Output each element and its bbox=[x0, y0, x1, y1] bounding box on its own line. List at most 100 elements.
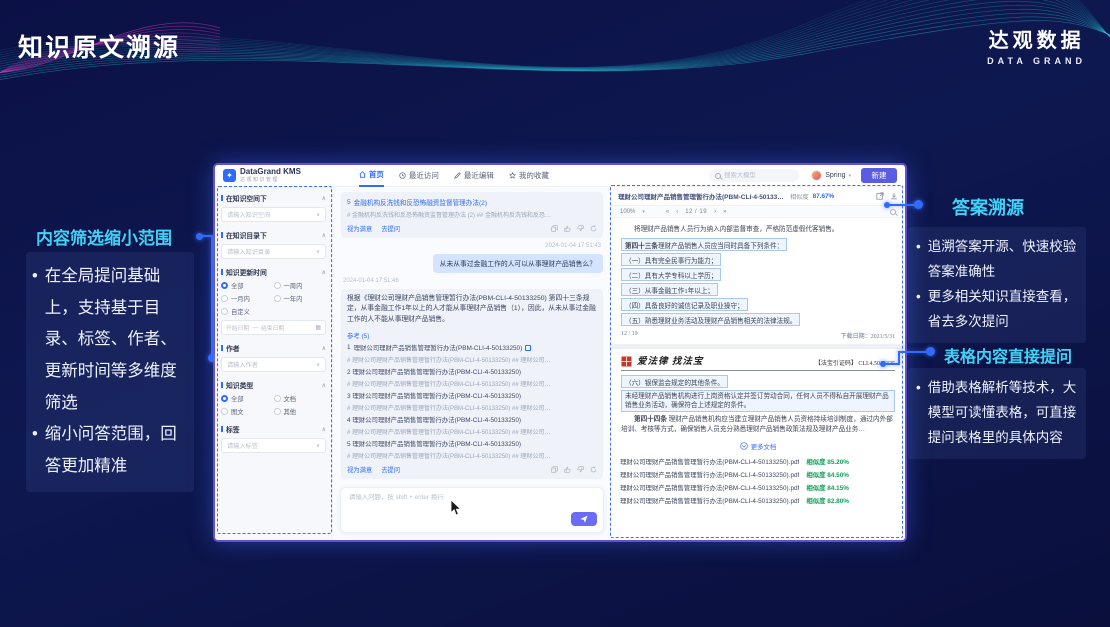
thumbs-down-icon[interactable] bbox=[577, 225, 584, 232]
app-nav: 首页 最近访问 最近编辑 我的收藏 bbox=[359, 165, 549, 187]
related-file-row[interactable]: 理财公司理财产品销售管理暂行办法(PBM-CLI-4-50133250).pdf… bbox=[611, 466, 905, 479]
nav-item-favorites[interactable]: 我的收藏 bbox=[509, 165, 549, 187]
related-file-row[interactable]: 理财公司理财产品销售管理暂行办法(PBM-CLI-4-50133250).pdf… bbox=[611, 453, 905, 466]
copy-icon[interactable] bbox=[551, 225, 558, 232]
search-input[interactable] bbox=[724, 172, 796, 179]
radio-year[interactable]: 一年内 bbox=[274, 294, 327, 303]
reference-title-link[interactable]: 1理财公司理财产品销售管理暂行办法(PBM-CLI-4-50133250) bbox=[347, 343, 597, 352]
reference-title-link[interactable]: 5 金融机构反洗钱和反恐怖融资监督管理办法(2) bbox=[347, 197, 597, 207]
reference-title-link[interactable]: 3 理财公司理财产品销售管理暂行办法(PBM-CLI-4-50133250) bbox=[347, 391, 597, 400]
download-icon[interactable] bbox=[890, 192, 898, 200]
reference-title-link[interactable]: 4 理财公司理财产品销售管理暂行办法(PBM-CLI-4-50133250) bbox=[347, 415, 597, 424]
filter-sidebar: 在知识空间下 ∧ 请输入知识空间 ∨ 在知识目录下 ∧ 请输入知识目录 ∨ bbox=[215, 187, 333, 540]
filter-section-tag: 标签 ∧ 请输入标签 ∨ bbox=[221, 424, 326, 453]
thumbs-up-icon[interactable] bbox=[564, 466, 571, 473]
reference-title-link[interactable]: 2 理财公司理财产品销售管理暂行办法(PBM-CLI-4-50133250) bbox=[347, 367, 597, 376]
brand-logo-cn: 达观数据 bbox=[987, 24, 1086, 53]
footer-download-date: 下载日期：2021/5/31 bbox=[841, 331, 895, 340]
chevron-down-icon[interactable]: ▾ bbox=[642, 209, 645, 215]
user-message: 从未从事过金融工作的人可以从事理财产品销售么？ bbox=[433, 254, 603, 273]
highlighted-line: （三）从事金融工作1年以上； bbox=[621, 283, 718, 296]
new-button[interactable]: 新建 bbox=[861, 168, 897, 183]
tag-select[interactable]: 请输入标签 ∨ bbox=[221, 438, 326, 453]
refresh-icon[interactable] bbox=[590, 466, 597, 473]
global-search[interactable] bbox=[709, 169, 799, 182]
similarity-badge: 相似度 85.20% bbox=[806, 457, 849, 466]
radio-type-all[interactable]: 全部 bbox=[221, 394, 274, 403]
zoom-level[interactable]: 100% bbox=[620, 209, 635, 215]
bullet-icon: • bbox=[916, 376, 921, 451]
annotation-panel-table: •借助表格解析等技术，大模型可读懂表格，可直接提问表格里的具体内容 bbox=[908, 368, 1086, 459]
filter-section-catalog: 在知识目录下 ∧ 请输入知识目录 ∨ bbox=[221, 230, 326, 259]
radio-icon bbox=[221, 408, 228, 415]
chevron-down-icon: ▾ bbox=[848, 173, 851, 179]
radio-week[interactable]: 一周内 bbox=[274, 281, 327, 290]
ask-again-link[interactable]: 去提问 bbox=[381, 465, 400, 474]
user-menu[interactable]: Spring ▾ bbox=[811, 170, 851, 181]
thumbs-down-icon[interactable] bbox=[577, 466, 584, 473]
connector-line bbox=[898, 351, 900, 365]
section-header[interactable]: 知识类型 ∧ bbox=[221, 380, 326, 390]
chevron-up-icon: ∧ bbox=[322, 426, 326, 433]
search-in-doc-icon[interactable] bbox=[890, 209, 896, 215]
refresh-icon[interactable] bbox=[590, 225, 597, 232]
nav-item-recent-edits[interactable]: 最近编辑 bbox=[454, 165, 494, 187]
section-header[interactable]: 在知识空间下 ∧ bbox=[221, 193, 326, 203]
chevron-up-icon: ∧ bbox=[322, 269, 326, 276]
copy-icon[interactable] bbox=[551, 466, 558, 473]
radio-type-doc[interactable]: 文档 bbox=[274, 394, 327, 403]
radio-month[interactable]: 一月内 bbox=[221, 294, 274, 303]
last-page-icon[interactable]: » bbox=[723, 209, 726, 215]
reference-title-link[interactable]: 5 理财公司理财产品销售管理暂行办法(PBM-CLI-4-50133250) bbox=[347, 439, 597, 448]
send-button[interactable] bbox=[571, 512, 597, 526]
thumbs-up-icon[interactable] bbox=[564, 225, 571, 232]
mark-satisfied-link[interactable]: 视为满意 bbox=[347, 224, 372, 233]
open-in-new-icon[interactable] bbox=[876, 192, 884, 200]
chat-input[interactable] bbox=[349, 494, 595, 501]
references-label: 参考 (5) bbox=[347, 331, 597, 340]
calendar-icon: ▦ bbox=[315, 324, 321, 331]
more-docs-link[interactable]: 更多文档 bbox=[611, 442, 905, 451]
highlighted-line: （五）熟悉理财业务活动及理财产品销售相关的法律法规。 bbox=[621, 313, 800, 326]
space-select[interactable]: 请输入知识空间 ∨ bbox=[221, 207, 326, 222]
nav-item-home[interactable]: 首页 bbox=[359, 165, 384, 187]
radio-all[interactable]: 全部 bbox=[221, 281, 274, 290]
answer-text: 根据《理财公司理财产品销售管理暂行办法(PBM-CLI-4-50133250) … bbox=[347, 294, 597, 326]
chat-input-box[interactable] bbox=[340, 487, 604, 533]
catalog-select[interactable]: 请输入知识目录 ∨ bbox=[221, 244, 326, 259]
ask-again-link[interactable]: 去提问 bbox=[381, 224, 400, 233]
preview-doc-icon[interactable] bbox=[525, 345, 531, 351]
bullet-icon: • bbox=[32, 419, 38, 482]
doc-filename[interactable]: 理财公司理财产品销售管理暂行办法(PBM-CLI-4-50133250).pdf bbox=[618, 191, 786, 201]
timestamp: 2024-01-04 17:51:43 bbox=[343, 243, 601, 249]
annotation-title-filter: 内容筛选缩小范围 bbox=[36, 224, 172, 249]
section-header[interactable]: 标签 ∧ bbox=[221, 424, 326, 434]
mark-satisfied-link[interactable]: 视为满意 bbox=[347, 465, 372, 474]
chevron-down-icon: ∨ bbox=[316, 212, 320, 218]
annotation-bullet: •在全局提问基础上，支持基于目录、标签、作者、更新时间等多维度筛选 bbox=[32, 261, 188, 419]
message-action-icons bbox=[551, 225, 597, 232]
date-range-picker[interactable]: 开始日期 — 结束日期 ▦ bbox=[221, 320, 326, 335]
author-select[interactable]: 请输入作者 ∨ bbox=[221, 357, 326, 372]
first-page-icon[interactable]: « bbox=[666, 209, 669, 215]
app-navbar: ✦ DataGrand KMS 达观知识管理 首页 最近访问 最近编辑 bbox=[215, 165, 905, 187]
message-actions: 视为满意 去提问 bbox=[347, 465, 597, 474]
connector-dot bbox=[914, 200, 923, 209]
section-header[interactable]: 作者 ∧ bbox=[221, 343, 326, 353]
nav-item-recent-visits[interactable]: 最近访问 bbox=[399, 165, 439, 187]
radio-type-richtext[interactable]: 图文 bbox=[221, 407, 274, 416]
section-marker bbox=[221, 232, 223, 238]
reference-item: 1理财公司理财产品销售管理暂行办法(PBM-CLI-4-50133250) # … bbox=[347, 343, 597, 364]
section-header[interactable]: 在知识目录下 ∧ bbox=[221, 230, 326, 240]
letterhead-brand: 爱法律 找法宝 bbox=[637, 353, 703, 367]
reference-snippet: # 理财公司理财产品销售管理暂行办法(PBM-CLI-4-50133250) #… bbox=[347, 403, 597, 412]
radio-custom[interactable]: 自定义 bbox=[221, 307, 274, 316]
related-file-row[interactable]: 理财公司理财产品销售管理暂行办法(PBM-CLI-4-50133250).pdf… bbox=[611, 492, 905, 505]
prev-page-icon[interactable]: ‹ bbox=[676, 209, 678, 215]
related-file-row[interactable]: 理财公司理财产品销售管理暂行办法(PBM-CLI-4-50133250).pdf… bbox=[611, 479, 905, 492]
user-message-row: 从未从事过金融工作的人可以从事理财产品销售么？ bbox=[341, 254, 603, 273]
radio-type-other[interactable]: 其他 bbox=[274, 407, 327, 416]
annotation-panel-trace: •追溯答案开源、快速校验答案准确性 •更多相关知识直接查看，省去多次提问 bbox=[908, 227, 1086, 343]
next-page-icon[interactable]: › bbox=[714, 209, 716, 215]
section-header[interactable]: 知识更新时间 ∧ bbox=[221, 267, 326, 277]
